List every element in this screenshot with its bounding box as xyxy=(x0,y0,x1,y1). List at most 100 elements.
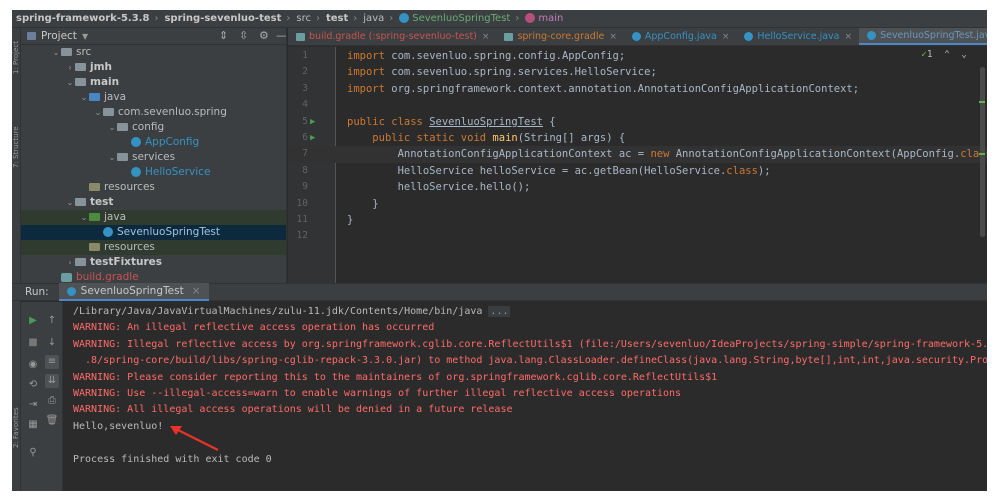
breadcrumb-module[interactable]: spring-sevenluo-test xyxy=(160,13,284,24)
hide-icon[interactable]: — xyxy=(276,29,286,42)
chevron-up-icon[interactable]: ⌃ xyxy=(944,49,950,60)
close-icon[interactable]: × xyxy=(482,28,490,45)
chevron-right-icon[interactable]: › xyxy=(65,255,75,270)
tree-item[interactable]: ⌄ main xyxy=(21,75,286,90)
collapse-all-icon[interactable]: ⇳ xyxy=(239,29,248,42)
run-gutter-icon[interactable]: ▶ xyxy=(310,114,315,130)
restore-layout-icon[interactable]: ⟲ xyxy=(26,378,40,392)
project-panel-title[interactable]: Project xyxy=(41,30,77,42)
close-icon[interactable]: × xyxy=(609,28,617,45)
gear-icon[interactable]: ⚙ xyxy=(259,29,269,42)
inspection-widget[interactable]: ✓1 ⌃ ⌄ xyxy=(921,49,967,60)
trash-icon[interactable]: 🗑 xyxy=(45,414,59,428)
code-line[interactable]: 10 } xyxy=(288,196,987,212)
tree-item-label: testFixtures xyxy=(90,256,162,268)
tree-item[interactable]: AppConfig xyxy=(21,135,286,150)
run-gutter-icon[interactable]: ▶ xyxy=(310,130,315,146)
tree-item[interactable]: ⌄ src xyxy=(21,45,286,60)
breadcrumb-src[interactable]: src xyxy=(292,13,314,24)
tree-item[interactable]: ⌄ test xyxy=(21,195,286,210)
tree-item[interactable]: HelloService xyxy=(21,165,286,180)
structure-tool-label[interactable]: 7: Structure xyxy=(12,98,21,168)
code-line[interactable]: 3 import org.springframework.context.anno… xyxy=(288,81,987,97)
up-arrow-icon[interactable]: ↑ xyxy=(45,314,59,328)
tree-item[interactable]: › jmh xyxy=(21,60,286,75)
breadcrumb-project[interactable]: spring-framework-5.3.8 xyxy=(12,13,152,24)
editor-tab[interactable]: spring-core.gradle × xyxy=(496,28,623,45)
code-text: import com.sevenluo.spring.services.Hell… xyxy=(347,66,657,79)
chevron-down-icon[interactable]: ⌄ xyxy=(79,90,89,105)
code-text: } xyxy=(347,197,379,210)
chevron-down-icon[interactable]: ⌄ xyxy=(65,75,75,90)
folder-icon xyxy=(75,63,86,71)
tree-item[interactable]: ⌄ services xyxy=(21,150,286,165)
breadcrumb-test[interactable]: test xyxy=(322,13,351,24)
tree-item[interactable]: ⌄ java xyxy=(21,210,286,225)
chevron-down-icon[interactable]: ⌄ xyxy=(65,195,75,210)
code-line[interactable]: 7 AnnotationConfigApplicationContext ac … xyxy=(288,146,987,163)
project-tool-label[interactable]: 1: Project xyxy=(12,34,21,74)
export-icon[interactable]: ⇥ xyxy=(26,398,40,412)
code-line[interactable]: 9 helloService.hello(); xyxy=(288,179,987,195)
breadcrumb-class[interactable]: SevenluoSpringTest xyxy=(395,13,513,24)
editor-tab[interactable]: build.gradle (:spring-sevenluo-test) × xyxy=(288,28,496,45)
chevron-right-icon[interactable]: › xyxy=(65,60,75,75)
editor-tab[interactable]: SevenluoSpringTest.java× xyxy=(859,28,987,45)
breadcrumb-java[interactable]: java xyxy=(359,13,387,24)
soft-wrap-icon[interactable]: ≡ xyxy=(45,355,59,369)
pin-icon[interactable]: ⚲ xyxy=(26,446,40,460)
tree-item[interactable]: ⌄ com.sevenluo.spring xyxy=(21,105,286,120)
code-line[interactable]: 11} xyxy=(288,212,987,228)
line-number: 8 xyxy=(302,164,308,176)
tree-item[interactable]: ⌄ config xyxy=(21,120,286,135)
code-line[interactable]: 4 xyxy=(288,97,987,113)
chevron-down-icon[interactable]: ⌄ xyxy=(93,105,103,120)
close-icon[interactable]: × xyxy=(845,28,853,45)
tree-item[interactable]: resources xyxy=(21,240,286,255)
code-text: HelloService helloService = ac.getBean(H… xyxy=(347,164,771,177)
tree-item[interactable]: SevenluoSpringTest xyxy=(21,225,286,240)
close-icon[interactable]: × xyxy=(722,28,730,45)
folded-args[interactable]: ... xyxy=(488,306,511,317)
breadcrumb-method[interactable]: main xyxy=(521,13,566,24)
editor-tab[interactable]: AppConfig.java × xyxy=(624,28,737,45)
chevron-down-icon[interactable]: ⌄ xyxy=(51,45,61,60)
chevron-down-icon[interactable]: ⌄ xyxy=(107,120,117,135)
code-line[interactable]: 8 HelloService helloService = ac.getBean… xyxy=(288,163,987,179)
down-arrow-icon[interactable]: ↓ xyxy=(45,336,59,350)
stop-icon[interactable]: ■ xyxy=(26,336,40,350)
close-icon[interactable]: × xyxy=(192,285,201,297)
editor-tab-label: build.gradle (:spring-sevenluo-test) xyxy=(309,30,477,42)
layout-icon[interactable]: ▦ xyxy=(26,418,40,432)
code-area[interactable]: 1 import com.sevenluo.spring.config.AppCo… xyxy=(288,47,987,283)
rerun-icon[interactable]: ▶ xyxy=(26,314,40,328)
favorites-tool-label[interactable]: 2: Favorites xyxy=(12,378,21,448)
package-icon xyxy=(117,153,128,161)
scroll-to-end-icon[interactable]: ⇊ xyxy=(45,374,59,388)
chevron-down-icon[interactable]: ⌄ xyxy=(79,210,89,225)
chevron-down-icon[interactable]: ▼ xyxy=(82,32,88,41)
tree-item-label: test xyxy=(90,196,114,208)
code-line[interactable]: 6 ▶ public static void main(String[] args… xyxy=(288,130,987,146)
code-line[interactable]: 2 import com.sevenluo.spring.services.Hel… xyxy=(288,64,987,80)
print-icon[interactable]: ⎙ xyxy=(45,394,59,408)
code-line[interactable]: 12 xyxy=(288,228,987,244)
method-icon xyxy=(525,13,536,23)
editor-tab[interactable]: HelloService.java × xyxy=(736,28,859,45)
expand-all-icon[interactable]: ⇕ xyxy=(219,29,228,42)
editor-scrollbar[interactable] xyxy=(980,67,985,237)
package-icon xyxy=(103,108,114,116)
run-tab[interactable]: SevenluoSpringTest × xyxy=(58,283,209,301)
tree-item[interactable]: › testFixtures xyxy=(21,255,286,270)
run-console[interactable]: /Library/Java/JavaVirtualMachines/zulu-1… xyxy=(64,302,987,491)
line-number: 7 xyxy=(302,148,308,160)
camera-icon[interactable]: ◉ xyxy=(26,358,40,372)
scroll-marker xyxy=(979,153,985,155)
code-line[interactable]: 1 import com.sevenluo.spring.config.AppCo… xyxy=(288,48,987,64)
tree-item[interactable]: build.gradle xyxy=(21,270,286,283)
tree-item[interactable]: resources xyxy=(21,180,286,195)
chevron-down-icon[interactable]: ⌄ xyxy=(961,49,967,60)
tree-item[interactable]: ⌄ java xyxy=(21,90,286,105)
chevron-down-icon[interactable]: ⌄ xyxy=(107,150,117,165)
code-line[interactable]: 5 ▶ public class SevenluoSpringTest { xyxy=(288,114,987,130)
